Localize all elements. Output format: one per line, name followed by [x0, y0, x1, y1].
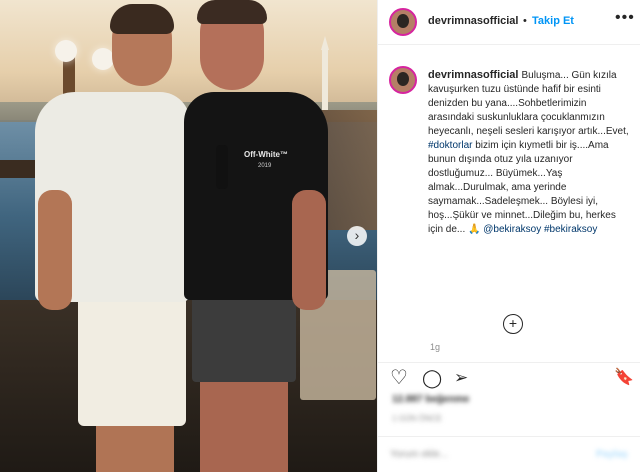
sunglasses — [216, 145, 228, 189]
comment-footer: Yorum ekle... Paylaş — [378, 436, 640, 473]
shirt-brand-text: Off-White™ — [244, 150, 288, 159]
minaret — [322, 48, 328, 110]
person-left-shorts — [78, 296, 186, 426]
hashtag-link[interactable]: #bekiraksoy — [544, 224, 597, 235]
person-left-hair — [110, 4, 174, 34]
person-right-legs — [200, 378, 288, 472]
header-username[interactable]: devrimnasofficial — [428, 15, 518, 27]
caption-text-part: bizim için kıymetli bir iş....Ama bunun … — [428, 140, 616, 235]
post-comment-button[interactable]: Paylaş — [596, 449, 628, 460]
shirt-brand-year: 2019 — [258, 163, 272, 169]
bookmark-icon[interactable]: 🔖 — [614, 366, 634, 390]
mention-link[interactable]: @bekiraksoy — [483, 224, 541, 235]
post-date: 1 GÜN ÖNCE — [392, 414, 442, 423]
person-right-shorts — [192, 290, 296, 382]
person-right-hair — [197, 0, 267, 24]
person-right-arm — [292, 190, 326, 310]
person-left-legs — [96, 420, 174, 472]
load-more-comments-button[interactable]: + — [503, 314, 523, 334]
comment-bubble-icon[interactable]: ◯ — [422, 366, 442, 390]
hashtag-link[interactable]: #doktorlar — [428, 140, 472, 151]
comment-input[interactable]: Yorum ekle... — [390, 449, 448, 460]
post-photo: Off-White™ 2019 › — [0, 0, 377, 472]
caption-text: devrimnasofficial Buluşma... Gün kızıla k… — [428, 68, 633, 237]
caption-age: 1g — [430, 342, 441, 352]
lamp-globe — [55, 40, 77, 62]
share-paper-plane-icon[interactable]: ➢ — [454, 366, 468, 390]
person-left-arm — [38, 190, 72, 310]
caption-username[interactable]: devrimnasofficial — [428, 69, 518, 81]
post-side-panel: devrimnasofficial • Takip Et ••• devrimn… — [377, 0, 640, 472]
like-heart-icon[interactable]: ♡ — [390, 366, 408, 390]
separator-dot: • — [523, 15, 527, 27]
avatar[interactable] — [389, 8, 417, 36]
avatar[interactable] — [389, 66, 417, 94]
carousel-next-icon[interactable]: › — [347, 226, 367, 246]
more-options-icon[interactable]: ••• — [615, 9, 635, 27]
caption-block: devrimnasofficial Buluşma... Gün kızıla k… — [378, 56, 640, 356]
follow-button[interactable]: Takip Et — [532, 15, 574, 27]
post-header: devrimnasofficial • Takip Et ••• — [378, 0, 640, 45]
action-bar: ♡ ◯ ➢ 🔖 — [378, 362, 640, 393]
lamp-globe — [92, 48, 114, 70]
likes-count[interactable]: 12.887 beğenme — [392, 394, 469, 405]
